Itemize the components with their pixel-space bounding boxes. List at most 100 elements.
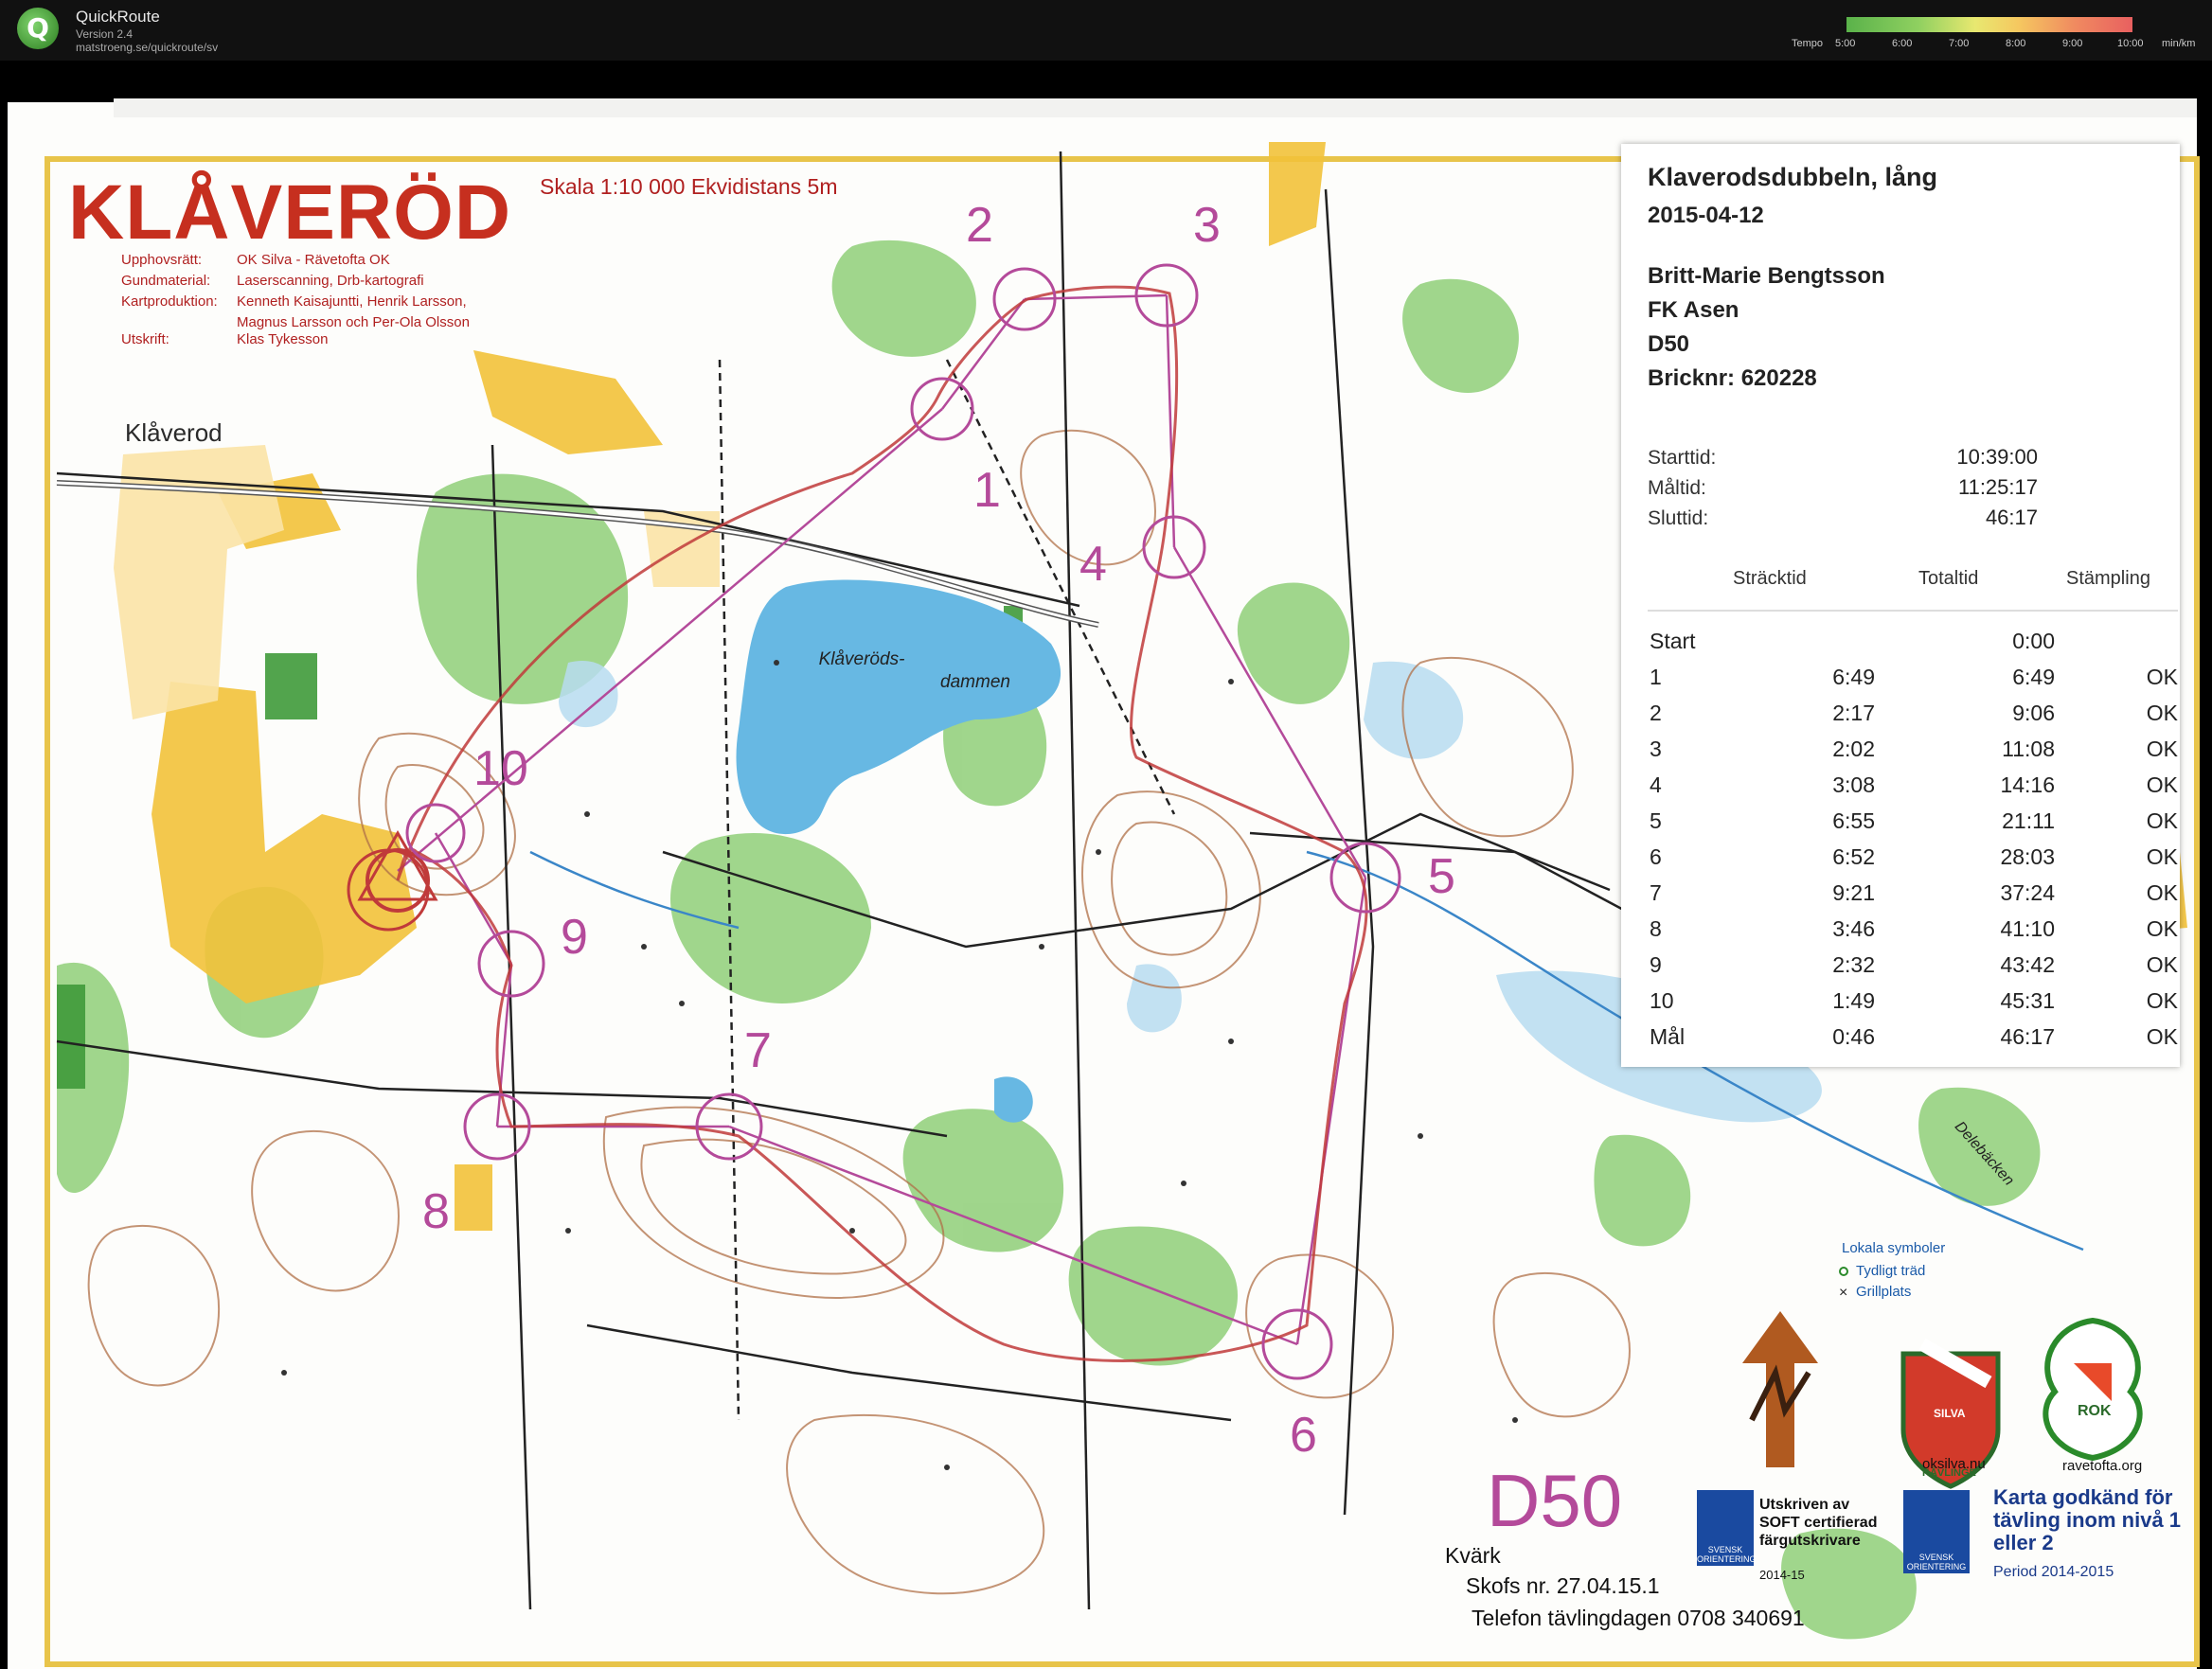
split-leg: 6:49 bbox=[1832, 665, 1875, 689]
split-punch: OK bbox=[2146, 1024, 2178, 1049]
map-title: KLÅVERÖD bbox=[68, 169, 512, 256]
split-row: 6 6:52 28:03 OK bbox=[1648, 844, 2178, 879]
split-punch: OK bbox=[2146, 772, 2178, 797]
ravetofta-url: ravetofta.org bbox=[2062, 1458, 2143, 1474]
result-card: Klaverodsdubbeln, lång 2015-04-12 Britt-… bbox=[1621, 144, 2180, 1067]
header-leg-time: Sträcktid bbox=[1733, 568, 1807, 589]
control-number: 7 bbox=[744, 1023, 772, 1078]
split-total: 21:11 bbox=[2002, 808, 2055, 833]
control-number: 3 bbox=[1193, 198, 1221, 253]
split-control: 8 bbox=[1650, 916, 1662, 941]
map-scale: Skala 1:10 000 Ekvidistans 5m bbox=[540, 174, 838, 199]
split-leg: 6:52 bbox=[1832, 844, 1875, 869]
split-total: 43:42 bbox=[2000, 952, 2055, 977]
split-row: 10 1:49 45:31 OK bbox=[1648, 988, 2178, 1022]
runner-name: Britt-Marie Bengtsson bbox=[1648, 263, 1885, 289]
credit-value: Kenneth Kaisajuntti, Henrik Larsson, bbox=[237, 293, 467, 310]
runner-club: FK Asen bbox=[1648, 297, 1739, 323]
split-leg: 2:32 bbox=[1832, 952, 1875, 977]
split-leg: 3:46 bbox=[1832, 916, 1875, 941]
split-row: 3 2:02 11:08 OK bbox=[1648, 737, 2178, 771]
soft-year: 2014-15 bbox=[1759, 1568, 1805, 1582]
split-row: 7 9:21 37:24 OK bbox=[1648, 880, 2178, 914]
finish-time-value: 11:25:17 bbox=[1957, 475, 2038, 499]
map-approved-period: Period 2014-2015 bbox=[1993, 1564, 2114, 1580]
lake-label: Klåveröds- bbox=[818, 649, 905, 669]
split-total: 11:08 bbox=[2002, 737, 2055, 761]
split-punch: OK bbox=[2146, 665, 2178, 689]
split-control: 1 bbox=[1650, 665, 1662, 689]
split-control: 7 bbox=[1650, 880, 1662, 905]
split-leg: 1:49 bbox=[1832, 988, 1875, 1013]
north-arrow-logo bbox=[1742, 1311, 1818, 1467]
control-number: 9 bbox=[561, 910, 588, 965]
map-skofs: Skofs nr. 27.04.15.1 bbox=[1466, 1573, 1660, 1598]
split-control: 10 bbox=[1650, 988, 1674, 1013]
svensk-orientering-badge: SVENSK ORIENTERING bbox=[1697, 1490, 1757, 1566]
silva-logo-text: SILVA bbox=[1934, 1407, 1966, 1420]
svensk-orientering-badge: SVENSK ORIENTERING bbox=[1903, 1490, 1970, 1573]
split-total: 6:49 bbox=[2012, 665, 2055, 689]
local-symbol-item: Tydligt träd bbox=[1856, 1263, 1926, 1279]
split-control: Start bbox=[1650, 629, 1696, 653]
lake-label: dammen bbox=[940, 672, 1010, 692]
split-total: 46:17 bbox=[2000, 1024, 2055, 1049]
event-name: Klaverodsdubbeln, lång bbox=[1648, 163, 1938, 191]
split-leg: 2:02 bbox=[1832, 737, 1875, 761]
credit-value: Laserscanning, Drb-kartografi bbox=[237, 273, 424, 289]
split-leg: 2:17 bbox=[1832, 701, 1875, 725]
chip-number: Bricknr: 620228 bbox=[1648, 365, 1817, 391]
grill-place-symbol: × bbox=[1839, 1285, 1847, 1301]
soft-notice: Utskriven av SOFT certifierad färgutskri… bbox=[1759, 1497, 1878, 1549]
split-punch: OK bbox=[2146, 737, 2178, 761]
local-symbol-item: Grillplats bbox=[1856, 1284, 1912, 1300]
event-date: 2015-04-12 bbox=[1648, 203, 1764, 228]
total-time-label: Sluttid: bbox=[1648, 507, 1709, 529]
split-row: 9 2:32 43:42 OK bbox=[1648, 952, 2178, 986]
rok-logo-text: ROK bbox=[2078, 1403, 2112, 1419]
place-label: Klåverod bbox=[125, 418, 223, 447]
split-control: 3 bbox=[1650, 737, 1662, 761]
control-number: 5 bbox=[1428, 849, 1455, 904]
split-total: 37:24 bbox=[2000, 880, 2055, 905]
control-number: 2 bbox=[966, 198, 993, 253]
split-row: Start 0:00 bbox=[1648, 629, 2178, 663]
badge-text: SVENSK ORIENTERING bbox=[1697, 1545, 1757, 1564]
credit-label: Kartproduktion: bbox=[121, 293, 218, 310]
split-punch: OK bbox=[2146, 808, 2178, 833]
map-phone: Telefon tävlingdagen 0708 340691 bbox=[1472, 1606, 1805, 1630]
split-punch: OK bbox=[2146, 952, 2178, 977]
header-divider bbox=[1648, 610, 2178, 612]
split-total: 14:16 bbox=[2000, 772, 2055, 797]
credit-label: Upphovsrätt: bbox=[121, 252, 203, 268]
split-leg: 9:21 bbox=[1832, 880, 1875, 905]
map-approved-notice: Karta godkänd för tävling inom nivå 1 el… bbox=[1993, 1485, 2182, 1554]
credit-value: OK Silva - Rävetofta OK bbox=[237, 252, 390, 268]
split-punch: OK bbox=[2146, 988, 2178, 1013]
split-punch: OK bbox=[2146, 844, 2178, 869]
split-total: 45:31 bbox=[2000, 988, 2055, 1013]
credit-label: Gundmaterial: bbox=[121, 273, 211, 289]
split-total: 9:06 bbox=[2012, 701, 2055, 725]
split-punch: OK bbox=[2146, 701, 2178, 725]
oksilva-url: oksilva.nu bbox=[1922, 1456, 1986, 1472]
credit-value: Magnus Larsson och Per-Ola Olsson bbox=[237, 314, 470, 330]
local-symbols-title: Lokala symboler bbox=[1842, 1240, 1946, 1256]
map-class-label: D50 bbox=[1487, 1459, 1623, 1542]
split-total: 28:03 bbox=[2000, 844, 2055, 869]
start-time-label: Starttid: bbox=[1648, 447, 1717, 469]
split-row: 1 6:49 6:49 OK bbox=[1648, 665, 2178, 699]
split-row: 4 3:08 14:16 OK bbox=[1648, 772, 2178, 807]
split-leg: 6:55 bbox=[1832, 808, 1875, 833]
control-number: 8 bbox=[422, 1184, 450, 1239]
start-time-value: 10:39:00 bbox=[1956, 445, 2038, 469]
split-control: 2 bbox=[1650, 701, 1662, 725]
gps-route bbox=[396, 285, 1368, 1362]
control-number: 4 bbox=[1079, 537, 1107, 592]
split-control: 6 bbox=[1650, 844, 1662, 869]
split-row: 5 6:55 21:11 OK bbox=[1648, 808, 2178, 843]
rok-oak-leaf-logo bbox=[2043, 1317, 2143, 1462]
header-total-time: Totaltid bbox=[1918, 568, 1979, 589]
split-leg: 3:08 bbox=[1832, 772, 1875, 797]
split-control: 4 bbox=[1650, 772, 1662, 797]
